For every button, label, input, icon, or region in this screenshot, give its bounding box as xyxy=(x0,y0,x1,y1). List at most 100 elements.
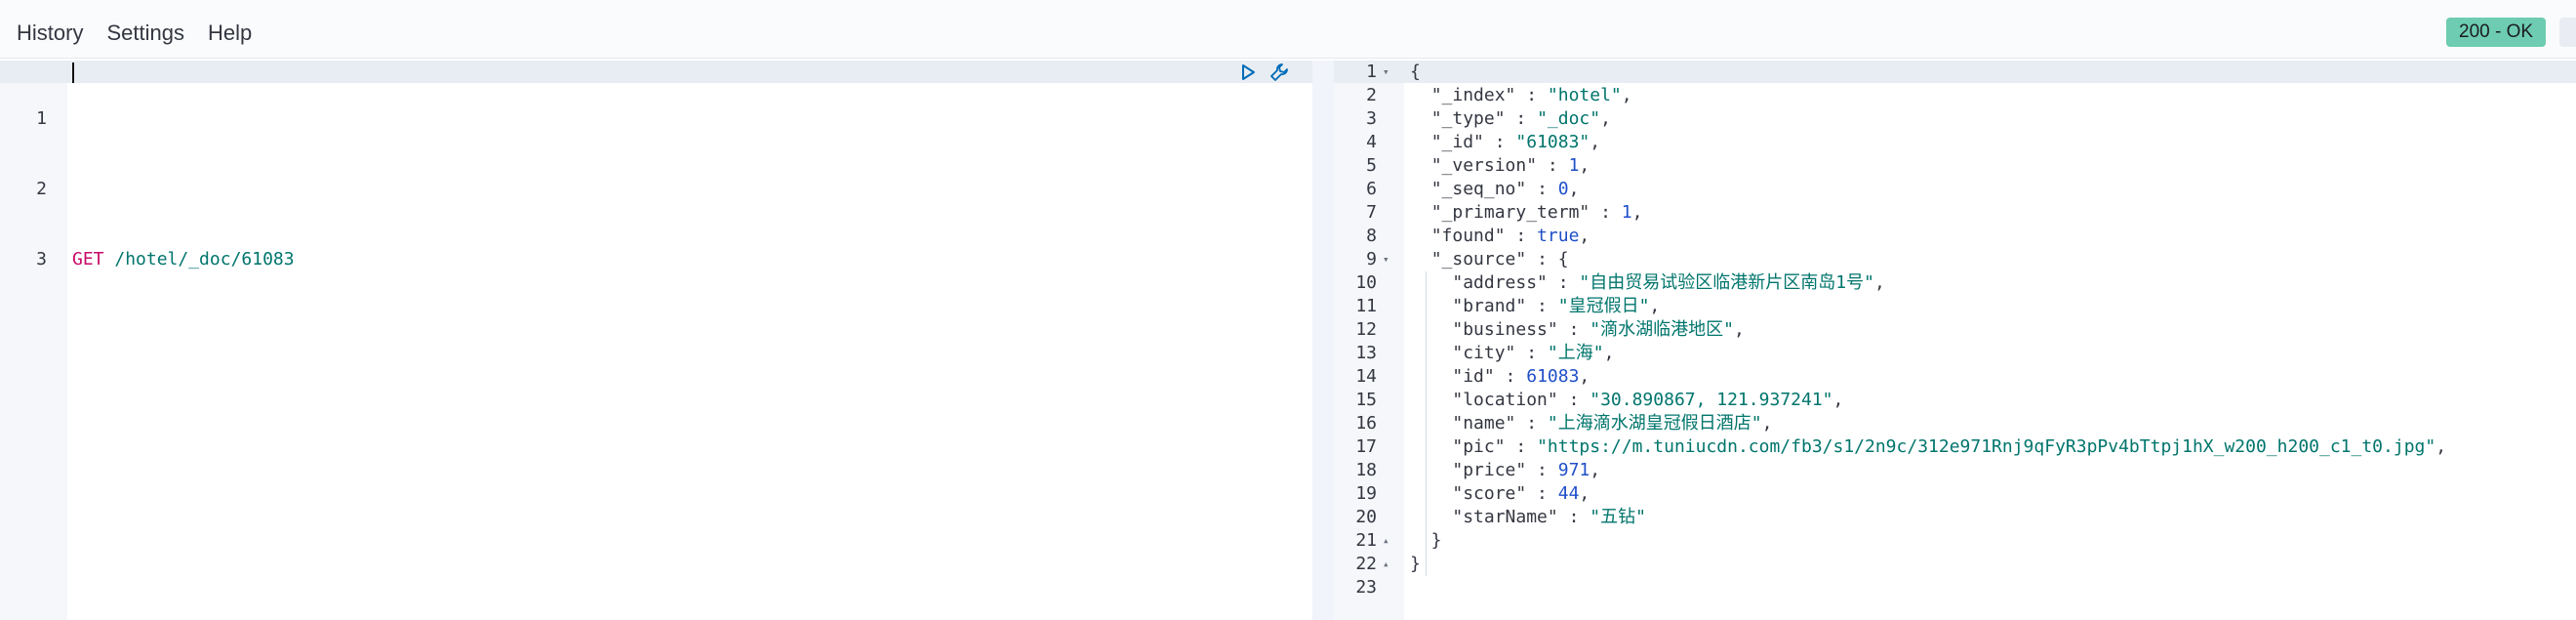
json-punctuation: , xyxy=(1733,319,1745,340)
line-number: 15 xyxy=(1355,390,1377,410)
json-punctuation: , xyxy=(1832,390,1844,410)
json-punctuation xyxy=(1410,390,1452,410)
json-punctuation: , xyxy=(1761,413,1773,434)
play-icon[interactable] xyxy=(1237,62,1259,83)
json-punctuation: : xyxy=(1526,483,1558,504)
json-punctuation xyxy=(1410,296,1452,316)
json-key: "starName" xyxy=(1452,507,1558,527)
json-punctuation xyxy=(1410,319,1452,340)
json-key: "_type" xyxy=(1430,108,1506,129)
response-line: "location" : "30.890867, 121.937241", xyxy=(1410,389,2446,412)
json-number: 0 xyxy=(1557,179,1569,199)
response-line xyxy=(1410,576,2446,599)
request-line-numbers: 1 2 3 xyxy=(0,61,47,318)
json-punctuation: } xyxy=(1410,554,1421,574)
response-line: "_source" : { xyxy=(1410,248,2446,271)
json-punctuation: : xyxy=(1547,272,1580,293)
json-punctuation: : { xyxy=(1526,249,1569,269)
json-string: "上海" xyxy=(1547,343,1604,363)
json-number: 1 xyxy=(1621,202,1632,223)
settings-menu-item[interactable]: Settings xyxy=(106,19,184,48)
history-menu-item[interactable]: History xyxy=(17,19,83,48)
response-line: "id" : 61083, xyxy=(1410,365,2446,389)
json-punctuation: : xyxy=(1537,155,1569,176)
json-punctuation xyxy=(1410,226,1431,246)
json-key: "city" xyxy=(1452,343,1516,363)
json-string: "61083" xyxy=(1515,132,1590,152)
http-method: GET xyxy=(72,249,104,269)
line-number: 2 xyxy=(1366,85,1377,105)
fold-toggle-icon[interactable]: ▾ xyxy=(1383,61,1396,84)
secondary-badge xyxy=(2559,18,2576,47)
json-punctuation: , xyxy=(1579,483,1590,504)
json-punctuation: , xyxy=(1579,226,1590,246)
json-punctuation: : xyxy=(1494,366,1527,387)
json-punctuation: : xyxy=(1557,390,1590,410)
fold-toggle-icon[interactable]: ▾ xyxy=(1383,248,1396,271)
json-string: "30.890867, 121.937241" xyxy=(1590,390,1833,410)
line-number: 11 xyxy=(1355,296,1377,316)
json-key: "business" xyxy=(1452,319,1558,340)
json-string: "皇冠假日" xyxy=(1557,296,1650,316)
json-string: "滴水湖临港地区" xyxy=(1590,319,1734,340)
json-punctuation xyxy=(1410,179,1431,199)
json-punctuation xyxy=(1410,436,1452,457)
unfold-toggle-icon[interactable]: ▴ xyxy=(1383,553,1396,576)
line-number: 4 xyxy=(1366,132,1377,152)
line-number: 3 xyxy=(36,249,47,269)
line-number: 1 xyxy=(1366,62,1377,82)
json-number: 971 xyxy=(1557,460,1590,480)
json-punctuation: , xyxy=(1873,272,1885,293)
response-line: "_index" : "hotel", xyxy=(1410,84,2446,107)
json-boolean: true xyxy=(1537,226,1580,246)
json-punctuation: : xyxy=(1557,507,1590,527)
response-line: "found" : true, xyxy=(1410,225,2446,248)
response-viewer: 1 2 3 4 5 6 7 8 9 10 11 12 13 14 15 16 17 18 19 20 21 22 23 ▾ ▾… xyxy=(1334,61,2576,620)
json-punctuation xyxy=(1410,202,1431,223)
wrench-icon[interactable] xyxy=(1268,62,1290,83)
response-line: "_type" : "_doc", xyxy=(1410,107,2446,131)
json-punctuation xyxy=(1410,85,1431,105)
json-punctuation: , xyxy=(1649,296,1661,316)
response-line: "_primary_term" : 1, xyxy=(1410,201,2446,225)
request-editor[interactable]: 1 2 3 GET /hotel/_doc/61083 xyxy=(0,61,1312,620)
json-punctuation: , xyxy=(1603,343,1615,363)
json-string: "五钻" xyxy=(1590,507,1646,527)
json-string: "_doc" xyxy=(1537,108,1601,129)
request-path: /hotel/_doc/61083 xyxy=(114,249,295,269)
json-punctuation: : xyxy=(1505,226,1538,246)
json-punctuation xyxy=(1410,343,1452,363)
pane-splitter[interactable] xyxy=(1312,61,1334,620)
json-punctuation xyxy=(1410,413,1452,434)
line-number: 8 xyxy=(1366,226,1377,246)
request-line: GET /hotel/_doc/61083 xyxy=(72,248,295,271)
json-punctuation: : xyxy=(1505,436,1538,457)
fold-markers: ▾ ▾ ▴ ▴ xyxy=(1383,61,1396,599)
status-badge: 200 - OK xyxy=(2446,18,2547,47)
help-menu-item[interactable]: Help xyxy=(208,19,252,48)
unfold-toggle-icon[interactable]: ▴ xyxy=(1383,529,1396,553)
json-punctuation: : xyxy=(1590,202,1622,223)
line-number: 5 xyxy=(1366,155,1377,176)
json-string: "https://m.tuniucdn.com/fb3/s1/2n9c/312e… xyxy=(1537,436,2436,457)
line-number: 6 xyxy=(1366,179,1377,199)
line-number: 3 xyxy=(1366,108,1377,129)
line-number: 18 xyxy=(1355,460,1377,480)
json-punctuation xyxy=(1410,366,1452,387)
json-key: "_id" xyxy=(1430,132,1484,152)
response-line: "starName" : "五钻" xyxy=(1410,506,2446,529)
line-number: 22 xyxy=(1355,554,1377,574)
json-punctuation: , xyxy=(1579,155,1590,176)
line-number: 1 xyxy=(36,108,47,129)
request-text[interactable]: GET /hotel/_doc/61083 xyxy=(72,61,295,318)
